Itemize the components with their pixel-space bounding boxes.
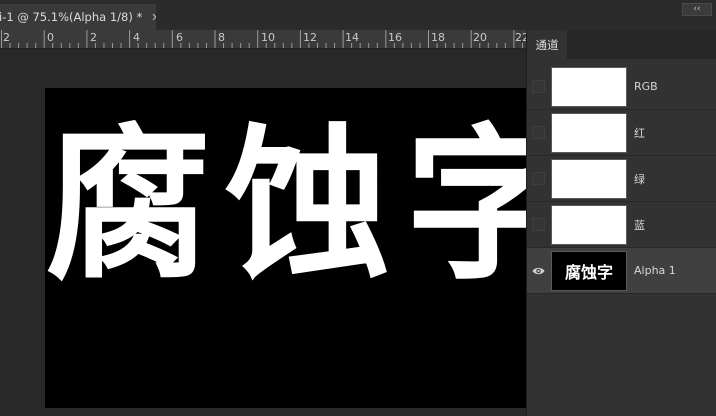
channels-panel: 通道 RGB 红 绿 蓝 腐蚀字 Alpha 1 [526, 30, 716, 416]
visibility-toggle[interactable] [532, 172, 545, 185]
ruler-label: 4 [133, 31, 140, 44]
channel-thumbnail: 腐蚀字 [551, 250, 627, 291]
tab-channels[interactable]: 通道 [527, 30, 567, 59]
channel-row-blue[interactable]: 蓝 [527, 202, 716, 248]
visibility-toggle[interactable] [532, 80, 545, 93]
horizontal-ruler: 2 0 2 4 6 8 10 12 14 16 18 20 22 [0, 30, 526, 49]
ruler-label: 12 [303, 31, 317, 44]
collapse-panels-button[interactable]: ‹‹ [682, 3, 712, 16]
ruler-label: 2 [90, 31, 97, 44]
document-tab-title: i-1 @ 75.1%(Alpha 1/8) * [0, 10, 143, 24]
thumbnail-text: 腐蚀字 [564, 262, 613, 282]
channel-name: 红 [634, 126, 645, 140]
ruler-label: 0 [47, 31, 54, 44]
ruler-label: 8 [218, 31, 225, 44]
channel-name: 蓝 [634, 218, 645, 232]
visibility-toggle[interactable] [532, 264, 545, 277]
ruler-label: 10 [261, 31, 275, 44]
visibility-toggle[interactable] [532, 126, 545, 139]
ruler-label: 14 [345, 31, 359, 44]
canvas-workspace[interactable]: 腐蚀字 [0, 49, 526, 416]
ruler-label: 22 [515, 31, 526, 44]
channel-thumbnail [551, 158, 627, 199]
channel-thumbnail [551, 66, 627, 107]
channel-name: 绿 [634, 172, 645, 186]
document-tab[interactable]: i-1 @ 75.1%(Alpha 1/8) * ✕ [0, 4, 156, 30]
channel-row-rgb[interactable]: RGB [527, 64, 716, 110]
close-icon[interactable]: ✕ [151, 11, 156, 24]
channel-name: Alpha 1 [634, 264, 676, 277]
channel-row-alpha-1[interactable]: 腐蚀字 Alpha 1 [527, 248, 716, 294]
panel-tab-strip: 通道 [527, 30, 716, 59]
artwork-text: 腐蚀字 [45, 110, 526, 303]
channel-row-green[interactable]: 绿 [527, 156, 716, 202]
ruler-label: 18 [431, 31, 445, 44]
eye-icon [532, 267, 545, 274]
channel-thumbnail [551, 204, 627, 245]
channel-name: RGB [634, 80, 658, 93]
ruler-label: 6 [176, 31, 183, 44]
ruler-label: 16 [388, 31, 402, 44]
channel-thumbnail [551, 112, 627, 153]
channel-row-red[interactable]: 红 [527, 110, 716, 156]
ruler-label: 2 [3, 31, 10, 44]
document-tab-bar: i-1 @ 75.1%(Alpha 1/8) * ✕ ‹‹ [0, 0, 716, 30]
ruler-label: 20 [473, 31, 487, 44]
visibility-toggle[interactable] [532, 218, 545, 231]
